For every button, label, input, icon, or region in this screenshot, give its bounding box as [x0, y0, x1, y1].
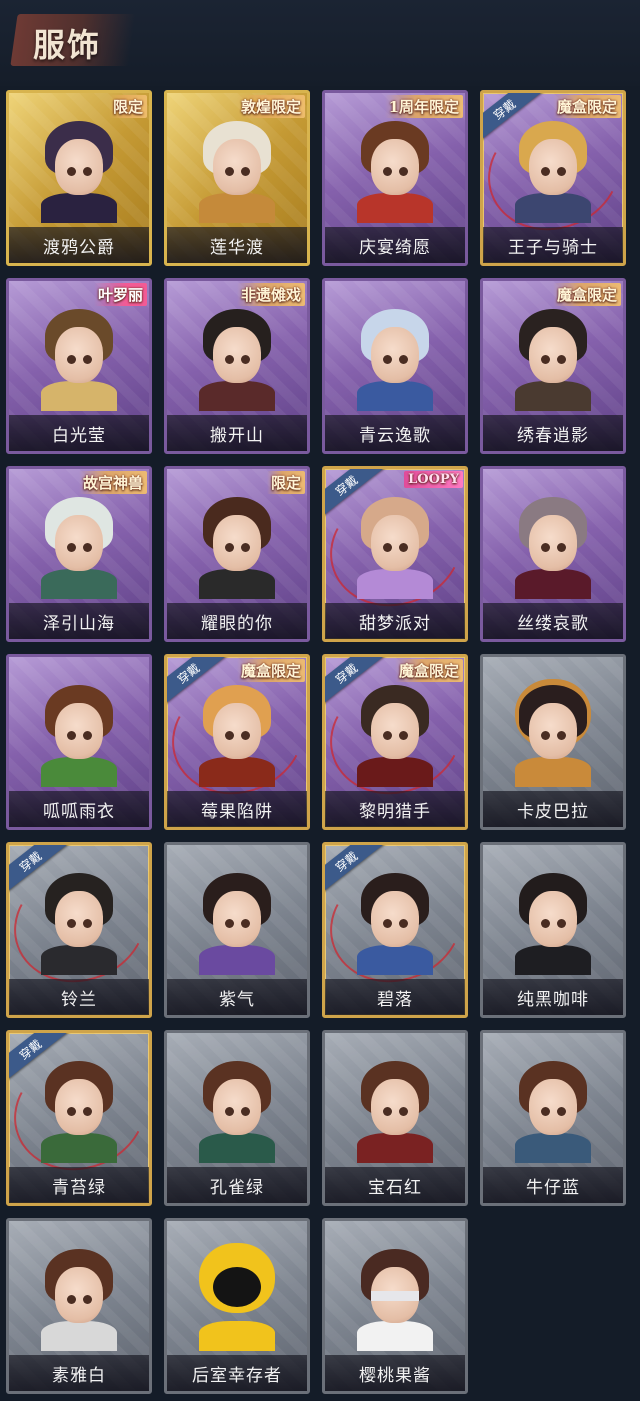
- limited-tag: 非遗傩戏: [236, 283, 305, 306]
- outfit-name: 渡鸦公爵: [9, 227, 149, 263]
- outfit-card[interactable]: 呱呱雨衣: [6, 654, 152, 830]
- outfit-card[interactable]: 紫气: [164, 842, 310, 1018]
- character-portrait: [191, 1055, 283, 1163]
- limited-tag: 限定: [266, 471, 305, 494]
- character-portrait: [33, 867, 125, 975]
- character-portrait: [191, 867, 283, 975]
- outfit-card[interactable]: 素雅白: [6, 1218, 152, 1394]
- character-portrait: [349, 491, 441, 599]
- outfit-name: 紫气: [167, 979, 307, 1015]
- character-portrait: [349, 1243, 441, 1351]
- outfit-card[interactable]: 魔盒限定 穿戴 莓果陷阱: [164, 654, 310, 830]
- outfit-card[interactable]: 叶罗丽白光莹: [6, 278, 152, 454]
- limited-tag: 敦煌限定: [236, 95, 305, 118]
- character-portrait: [33, 1243, 125, 1351]
- outfit-name: 后室幸存者: [167, 1355, 307, 1391]
- outfit-name: 素雅白: [9, 1355, 149, 1391]
- outfit-name: 黎明猎手: [325, 791, 465, 827]
- outfit-name: 呱呱雨衣: [9, 791, 149, 827]
- character-portrait: [507, 867, 599, 975]
- outfit-name: 青云逸歌: [325, 415, 465, 451]
- outfit-card[interactable]: 樱桃果酱: [322, 1218, 468, 1394]
- outfit-card[interactable]: 敦煌限定莲华渡: [164, 90, 310, 266]
- outfit-name: 耀眼的你: [167, 603, 307, 639]
- header: 服饰: [0, 0, 640, 86]
- outfit-card[interactable]: 孔雀绿: [164, 1030, 310, 1206]
- limited-tag: 魔盒限定: [236, 659, 305, 682]
- outfit-card[interactable]: 丝缕哀歌: [480, 466, 626, 642]
- outfit-card[interactable]: 纯黑咖啡: [480, 842, 626, 1018]
- outfit-card[interactable]: 限定耀眼的你: [164, 466, 310, 642]
- limited-tag: 魔盒限定: [552, 283, 621, 306]
- character-portrait: [507, 1055, 599, 1163]
- outfit-name: 绣春逍影: [483, 415, 623, 451]
- outfit-name: 甜梦派对: [325, 603, 465, 639]
- outfit-card[interactable]: 魔盒限定绣春逍影: [480, 278, 626, 454]
- character-portrait: [349, 1055, 441, 1163]
- character-portrait: [349, 115, 441, 223]
- outfit-name: 孔雀绿: [167, 1167, 307, 1203]
- outfit-name: 白光莹: [9, 415, 149, 451]
- character-portrait: [191, 491, 283, 599]
- character-portrait: [33, 115, 125, 223]
- outfit-name: 卡皮巴拉: [483, 791, 623, 827]
- limited-tag: 1周年限定: [384, 95, 463, 118]
- outfit-card[interactable]: 青云逸歌: [322, 278, 468, 454]
- outfit-name: 纯黑咖啡: [483, 979, 623, 1015]
- outfit-name: 铃兰: [9, 979, 149, 1015]
- character-portrait: [507, 303, 599, 411]
- limited-tag: 魔盒限定: [552, 95, 621, 118]
- outfit-card[interactable]: 魔盒限定 穿戴 王子与骑士: [480, 90, 626, 266]
- limited-tag: 限定: [108, 95, 147, 118]
- outfit-card[interactable]: 穿戴 碧落: [322, 842, 468, 1018]
- outfit-card[interactable]: 非遗傩戏搬开山: [164, 278, 310, 454]
- limited-tag: 故宫神兽: [78, 471, 147, 494]
- character-portrait: [33, 1055, 125, 1163]
- outfit-card[interactable]: 穿戴 青苔绿: [6, 1030, 152, 1206]
- character-portrait: [33, 679, 125, 787]
- outfit-name: 碧落: [325, 979, 465, 1015]
- outfit-name: 王子与骑士: [483, 227, 623, 263]
- character-portrait: [33, 491, 125, 599]
- outfit-name: 牛仔蓝: [483, 1167, 623, 1203]
- character-portrait: [191, 303, 283, 411]
- outfit-card[interactable]: 牛仔蓝: [480, 1030, 626, 1206]
- outfit-name: 丝缕哀歌: [483, 603, 623, 639]
- character-portrait: [349, 303, 441, 411]
- outfit-card[interactable]: 后室幸存者: [164, 1218, 310, 1394]
- limited-tag: 魔盒限定: [394, 659, 463, 682]
- character-portrait: [507, 491, 599, 599]
- outfit-card[interactable]: 魔盒限定 穿戴 黎明猎手: [322, 654, 468, 830]
- outfit-card[interactable]: 限定渡鸦公爵: [6, 90, 152, 266]
- character-portrait: [191, 115, 283, 223]
- character-portrait: [349, 679, 441, 787]
- character-portrait: [349, 867, 441, 975]
- outfit-name: 青苔绿: [9, 1167, 149, 1203]
- character-portrait: [33, 303, 125, 411]
- outfit-name: 搬开山: [167, 415, 307, 451]
- outfit-card[interactable]: 穿戴 铃兰: [6, 842, 152, 1018]
- page-title: 服饰: [33, 26, 102, 64]
- limited-tag: 叶罗丽: [93, 283, 147, 306]
- character-portrait: [191, 1243, 283, 1351]
- outfit-name: 泽引山海: [9, 603, 149, 639]
- outfit-name: 樱桃果酱: [325, 1355, 465, 1391]
- outfit-name: 庆宴绮愿: [325, 227, 465, 263]
- character-portrait: [191, 679, 283, 787]
- limited-tag: LOOPY: [404, 471, 463, 488]
- outfit-name: 莓果陷阱: [167, 791, 307, 827]
- outfit-card[interactable]: 故宫神兽泽引山海: [6, 466, 152, 642]
- outfit-card[interactable]: 卡皮巴拉: [480, 654, 626, 830]
- outfit-name: 莲华渡: [167, 227, 307, 263]
- outfit-name: 宝石红: [325, 1167, 465, 1203]
- outfit-card[interactable]: 1周年限定庆宴绮愿: [322, 90, 468, 266]
- outfit-card[interactable]: 宝石红: [322, 1030, 468, 1206]
- character-portrait: [507, 679, 599, 787]
- outfit-card[interactable]: LOOPY 穿戴 甜梦派对: [322, 466, 468, 642]
- character-portrait: [507, 115, 599, 223]
